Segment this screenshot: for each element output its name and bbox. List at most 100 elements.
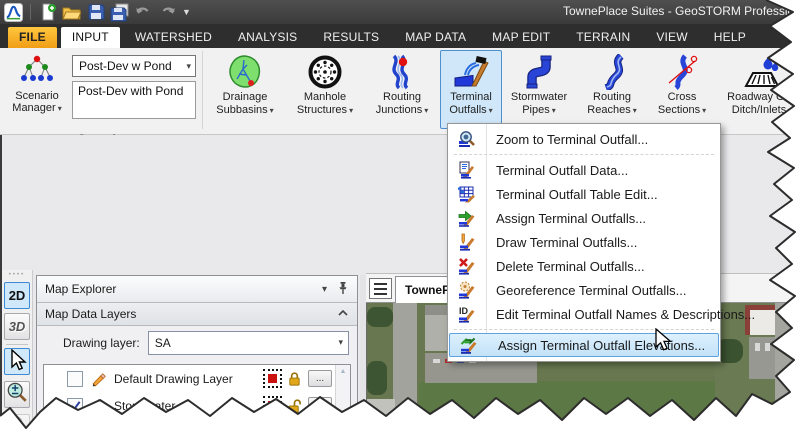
menu-item-draw-outfall[interactable]: Draw Terminal Outfalls... [448, 230, 720, 254]
menu-item-id-outfall[interactable]: ID Edit Terminal Outfall Names & Descript… [448, 302, 755, 326]
menu-item-label: Delete Terminal Outfalls... [496, 258, 645, 274]
menu-item-outfall-data[interactable]: Terminal Outfall Data... [448, 158, 720, 182]
layer-row: SA... [44, 419, 350, 428]
menu-item-outfall-table[interactable]: Terminal Outfall Table Edit... [448, 182, 720, 206]
dropdown-caret-icon: ▾ [551, 106, 556, 115]
lock-open-icon[interactable] [287, 398, 303, 414]
combo-arrow-icon[interactable]: ▾ [338, 337, 343, 348]
drainage-subbasins-icon [227, 53, 263, 91]
id-outfall-icon: ID [448, 305, 486, 323]
title-bar: ▼ TownePlace Suites - GeoSTORM Professio [0, 0, 795, 24]
panel-splitter[interactable] [360, 275, 366, 428]
tab-help[interactable]: HELP [703, 27, 757, 48]
redo-icon[interactable] [158, 3, 177, 22]
collapse-chevron-icon[interactable] [337, 307, 349, 321]
menu-item-label: Georeference Terminal Outfalls... [496, 282, 687, 298]
layer-visibility-checkbox[interactable] [67, 424, 83, 428]
map-explorer-panel: Map Explorer ▾ Map Data Layers Drawing l… [36, 275, 358, 428]
layer-visibility-checkbox[interactable] [67, 397, 83, 414]
ribbon-button-row: Drainage Subbasins ▾ Manhole Structures ▾ Rout… [206, 50, 795, 129]
ribbon-button-drainage-subbasins[interactable]: Drainage Subbasins ▾ [206, 50, 284, 129]
layer-visibility-checkbox[interactable] [67, 370, 83, 387]
map-explorer-header: Map Explorer ▾ [37, 276, 357, 303]
scenario-name-field[interactable]: Post-Dev with Pond [72, 81, 196, 119]
undo-icon[interactable] [134, 3, 153, 22]
save-all-icon[interactable] [110, 3, 129, 22]
layer-options-button[interactable]: ... [308, 424, 332, 428]
dropdown-caret-icon: ▾ [424, 106, 429, 115]
ribbon-button-label: Cross [667, 91, 697, 103]
dropdown-caret-icon: ▾ [702, 106, 707, 115]
dropdown-caret-icon: ▾ [57, 104, 62, 113]
menu-item-delete-outfall[interactable]: Delete Terminal Outfalls... [448, 254, 720, 278]
tab-analysis[interactable]: ANALYSIS [227, 27, 308, 48]
ribbon-button-manhole-structures[interactable]: Manhole Structures ▾ [286, 50, 364, 129]
dropdown-caret-icon: ▾ [488, 106, 493, 115]
layer-color-swatch[interactable] [263, 396, 282, 415]
map-feature [755, 343, 760, 351]
map-feature [419, 381, 719, 428]
scenario-manager-icon [20, 55, 54, 88]
tool-select-cursor-button[interactable] [4, 348, 30, 375]
tab-map-data[interactable]: MAP DATA [394, 27, 477, 48]
menu-item-zoom-outfall[interactable]: Zoom to Terminal Outfall... [448, 127, 720, 151]
ribbon-button-label: Reaches ▾ [587, 104, 637, 116]
lock-closed-icon[interactable] [287, 371, 303, 387]
map-data-layers-header[interactable]: Map Data Layers [37, 303, 357, 326]
ribbon-tab-strip: FILE INPUT WATERSHED ANALYSIS RESULTS MAP DAT… [0, 24, 795, 48]
lock-open-icon[interactable] [287, 425, 303, 428]
drawing-layer-value: SA [154, 335, 171, 350]
scroll-up-icon[interactable]: ▲ [336, 365, 350, 379]
map-feature [765, 343, 770, 351]
layer-options-button[interactable]: ... [308, 397, 332, 414]
save-icon[interactable] [86, 3, 105, 22]
tab-file[interactable]: FILE [8, 27, 57, 48]
document-menu-icon[interactable] [369, 278, 392, 299]
tab-results[interactable]: RESULTS [312, 27, 390, 48]
menu-item-georeference-outfall[interactable]: Georeference Terminal Outfalls... [448, 278, 720, 302]
ribbon-button-routing-junctions[interactable]: Routing Junctions ▾ [366, 50, 438, 129]
svg-text:ID: ID [459, 306, 469, 316]
ribbon-button-roadway-gutter[interactable]: Roadway Gutt Ditch/Inlets ▾ [716, 50, 795, 129]
outfall-data-icon [448, 161, 486, 179]
open-file-icon[interactable] [62, 3, 81, 22]
new-document-icon[interactable] [38, 3, 57, 22]
pin-icon[interactable] [337, 281, 349, 298]
layer-list: Default Drawing Layer... Stormwater... SA.… [43, 364, 351, 428]
tab-input[interactable]: INPUT [60, 27, 120, 48]
ribbon-button-terminal-outfalls[interactable]: Terminal Outfalls ▾ [440, 50, 502, 129]
menu-item-assign-outfall[interactable]: Assign Terminal Outfalls... [448, 206, 720, 230]
tool-2d-button[interactable]: 2D [4, 282, 30, 309]
ribbon-button-label: Stormwater [510, 91, 568, 103]
layer-options-button[interactable]: ... [308, 370, 332, 387]
combo-arrow-icon[interactable]: ▾ [186, 61, 191, 72]
layer-color-swatch[interactable] [263, 423, 282, 428]
menu-item-label: Edit Terminal Outfall Names & Descriptio… [496, 306, 756, 322]
ribbon-button-routing-reaches[interactable]: Routing Reaches ▾ [576, 50, 648, 129]
toolbar-grip[interactable]: •••• [2, 270, 32, 280]
map-explorer-title: Map Explorer [45, 282, 117, 296]
tab-view[interactable]: VIEW [645, 27, 698, 48]
ribbon-button-cross-sections[interactable]: Cross Sections ▾ [650, 50, 714, 129]
tab-map-edit[interactable]: MAP EDIT [481, 27, 561, 48]
menu-item-elevation-outfall[interactable]: Assign Terminal Outfall Elevations... [449, 333, 719, 357]
layer-list-scrollbar[interactable]: ▲ [335, 365, 350, 428]
tab-terrain[interactable]: TERRAIN [565, 27, 641, 48]
tool-3d-button[interactable]: 3D [4, 313, 30, 340]
qat-separator [30, 4, 31, 20]
scenario-manager-button[interactable]: Scenario Manager ▾ [6, 52, 68, 118]
layer-row: Default Drawing Layer... [44, 365, 350, 392]
drawing-layer-select[interactable]: SA ▾ [147, 330, 349, 355]
qat-customize-icon[interactable]: ▼ [182, 7, 191, 17]
manhole-structures-icon [307, 53, 343, 91]
terminal-outfalls-menu: Zoom to Terminal Outfall... Terminal Outf… [447, 123, 755, 362]
ribbon-button-stormwater-pipes[interactable]: Stormwater Pipes ▾ [504, 50, 574, 129]
tool-select-cursor-icon [7, 348, 27, 374]
menu-item-label: Assign Terminal Outfalls... [496, 210, 647, 226]
tool-zoom-in-out-button[interactable] [4, 381, 30, 408]
dropdown-caret-icon: ▾ [269, 106, 274, 115]
tab-watershed[interactable]: WATERSHED [124, 27, 223, 48]
scenario-select[interactable]: Post-Dev w Pond ▾ [72, 55, 196, 77]
panel-menu-caret-icon[interactable]: ▾ [322, 284, 327, 295]
layer-color-swatch[interactable] [263, 369, 282, 388]
